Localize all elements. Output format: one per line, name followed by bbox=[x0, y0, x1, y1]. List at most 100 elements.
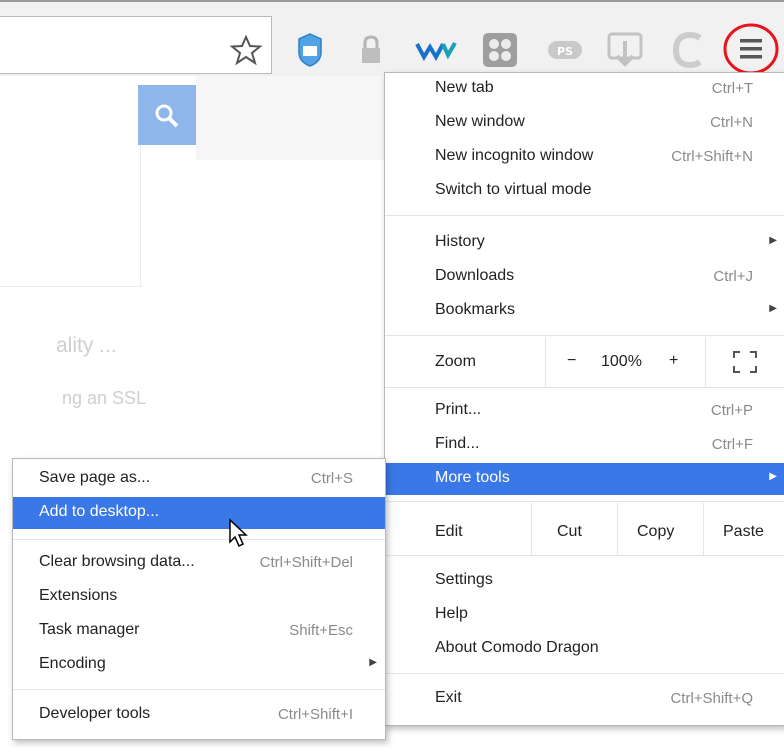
menu-item-label: Task manager bbox=[39, 621, 140, 638]
menu-item-shortcut: Ctrl+S bbox=[310, 470, 353, 487]
menu-item-label: Downloads bbox=[435, 267, 515, 284]
bookmark-star-icon[interactable] bbox=[228, 32, 264, 68]
edit-divider bbox=[531, 503, 532, 555]
mouse-cursor-icon bbox=[228, 518, 250, 548]
zoom-level-value: 100% bbox=[601, 353, 642, 370]
menu-item-label: Bookmarks bbox=[435, 301, 516, 318]
zoom-in-button[interactable]: + bbox=[669, 352, 678, 370]
menu-item-shortcut: Shift+Esc bbox=[289, 622, 353, 639]
menu-item-shortcut: Ctrl+N bbox=[710, 114, 753, 131]
fullscreen-icon[interactable] bbox=[733, 351, 757, 373]
menu-item-settings[interactable]: Settings bbox=[385, 565, 784, 597]
menu-item-save-page[interactable]: Save page as... Ctrl+S bbox=[13, 463, 385, 495]
menu-item-label: New tab bbox=[435, 79, 494, 96]
paste-button[interactable]: Paste bbox=[723, 523, 764, 541]
menu-item-history[interactable]: History ▶ bbox=[385, 227, 784, 259]
menu-item-developer-tools[interactable]: Developer tools Ctrl+Shift+I bbox=[13, 699, 385, 731]
submenu-arrow-icon: ▶ bbox=[769, 235, 777, 246]
menu-item-shortcut: Ctrl+T bbox=[711, 80, 753, 97]
submenu-arrow-icon: ▶ bbox=[369, 657, 377, 668]
faded-text-line: ng an SSL bbox=[62, 388, 147, 408]
menu-separator bbox=[13, 689, 385, 690]
menu-item-label: Print... bbox=[435, 401, 482, 418]
menu-item-print[interactable]: Print... Ctrl+P bbox=[385, 395, 784, 427]
zoom-out-button[interactable]: − bbox=[567, 352, 576, 370]
menu-item-label: Developer tools bbox=[39, 705, 151, 722]
menu-item-label: Extensions bbox=[39, 587, 118, 604]
page-banner bbox=[196, 76, 384, 160]
search-icon bbox=[155, 104, 179, 128]
menu-separator bbox=[385, 387, 784, 388]
menu-item-help[interactable]: Help bbox=[385, 599, 784, 631]
menu-item-virtual-mode[interactable]: Switch to virtual mode bbox=[385, 175, 784, 207]
menu-item-label: Exit bbox=[435, 689, 462, 706]
menu-item-shortcut: Ctrl+J bbox=[713, 268, 753, 285]
menu-item-label: Zoom bbox=[435, 353, 476, 370]
menu-item-label: New window bbox=[435, 113, 525, 130]
menu-item-new-window[interactable]: New window Ctrl+N bbox=[385, 107, 784, 139]
page-search-button[interactable] bbox=[138, 85, 196, 145]
menu-item-shortcut: Ctrl+Shift+Del bbox=[259, 554, 353, 571]
menu-item-shortcut: Ctrl+Shift+Q bbox=[670, 690, 753, 707]
menu-item-new-incognito-window[interactable]: New incognito window Ctrl+Shift+N bbox=[385, 141, 784, 173]
menu-item-find[interactable]: Find... Ctrl+F bbox=[385, 429, 784, 461]
menu-item-new-tab[interactable]: New tab Ctrl+T bbox=[385, 73, 784, 105]
menu-item-shortcut: Ctrl+P bbox=[710, 402, 753, 419]
menu-item-more-tools[interactable]: More tools ▶ bbox=[385, 463, 784, 495]
more-tools-submenu: Save page as... Ctrl+S Add to desktop...… bbox=[12, 458, 386, 740]
menu-item-label: About Comodo Dragon bbox=[435, 639, 599, 656]
menu-item-label: Settings bbox=[435, 571, 493, 588]
submenu-arrow-icon: ▶ bbox=[769, 303, 777, 314]
menu-item-label: Help bbox=[435, 605, 468, 622]
menu-separator bbox=[385, 335, 784, 336]
menu-item-about[interactable]: About Comodo Dragon bbox=[385, 633, 784, 665]
menu-item-label: Find... bbox=[435, 435, 480, 452]
page-panel bbox=[0, 86, 141, 287]
menu-item-encoding[interactable]: Encoding ▶ bbox=[13, 649, 385, 681]
menu-item-edit-label: Edit bbox=[435, 523, 463, 540]
edit-divider bbox=[703, 503, 704, 555]
shield-icon[interactable] bbox=[294, 30, 326, 70]
zoom-divider bbox=[705, 337, 706, 387]
menu-item-bookmarks[interactable]: Bookmarks ▶ bbox=[385, 295, 784, 327]
menu-separator bbox=[385, 673, 784, 674]
menu-item-add-to-desktop[interactable]: Add to desktop... bbox=[13, 497, 385, 529]
download-icon[interactable] bbox=[604, 30, 646, 70]
browser-toolbar: PS bbox=[0, 0, 784, 76]
menu-item-downloads[interactable]: Downloads Ctrl+J bbox=[385, 261, 784, 293]
menu-item-task-manager[interactable]: Task manager Shift+Esc bbox=[13, 615, 385, 647]
menu-item-shortcut: Ctrl+Shift+N bbox=[671, 148, 753, 165]
menu-separator bbox=[13, 539, 385, 540]
menu-item-label: Switch to virtual mode bbox=[435, 181, 592, 198]
menu-item-label: New incognito window bbox=[435, 147, 594, 164]
svg-text:PS: PS bbox=[557, 45, 573, 58]
comodo-c-icon[interactable] bbox=[668, 30, 706, 70]
zoom-divider bbox=[545, 337, 546, 387]
menu-separator bbox=[385, 555, 784, 556]
menu-item-label: History bbox=[435, 233, 485, 250]
edit-divider bbox=[617, 503, 618, 555]
menu-item-label: Save page as... bbox=[39, 469, 151, 486]
menu-separator bbox=[385, 215, 784, 216]
menu-item-label: Add to desktop... bbox=[39, 503, 160, 520]
menu-item-shortcut: Ctrl+F bbox=[711, 436, 753, 453]
menu-item-label: Clear browsing data... bbox=[39, 553, 195, 570]
menu-item-extensions[interactable]: Extensions bbox=[13, 581, 385, 613]
cut-button[interactable]: Cut bbox=[557, 523, 582, 541]
menu-item-shortcut: Ctrl+Shift+I bbox=[277, 706, 353, 723]
apps-grid-icon[interactable] bbox=[480, 30, 520, 70]
menu-item-clear-browsing-data[interactable]: Clear browsing data... Ctrl+Shift+Del bbox=[13, 547, 385, 579]
extension-w-icon[interactable] bbox=[414, 36, 458, 64]
menu-item-zoom: Zoom bbox=[385, 345, 784, 381]
submenu-arrow-icon: ▶ bbox=[769, 471, 777, 482]
ps-icon[interactable]: PS bbox=[546, 38, 584, 62]
menu-separator bbox=[385, 501, 784, 502]
main-menu: New tab Ctrl+T New window Ctrl+N New inc… bbox=[384, 72, 784, 726]
menu-icon[interactable] bbox=[722, 22, 780, 76]
menu-item-label: Encoding bbox=[39, 655, 106, 672]
lock-icon[interactable] bbox=[356, 32, 386, 68]
menu-item-label: More tools bbox=[435, 469, 510, 486]
faded-text-line: ality ... bbox=[56, 334, 117, 357]
menu-item-exit[interactable]: Exit Ctrl+Shift+Q bbox=[385, 683, 784, 715]
copy-button[interactable]: Copy bbox=[637, 523, 674, 541]
